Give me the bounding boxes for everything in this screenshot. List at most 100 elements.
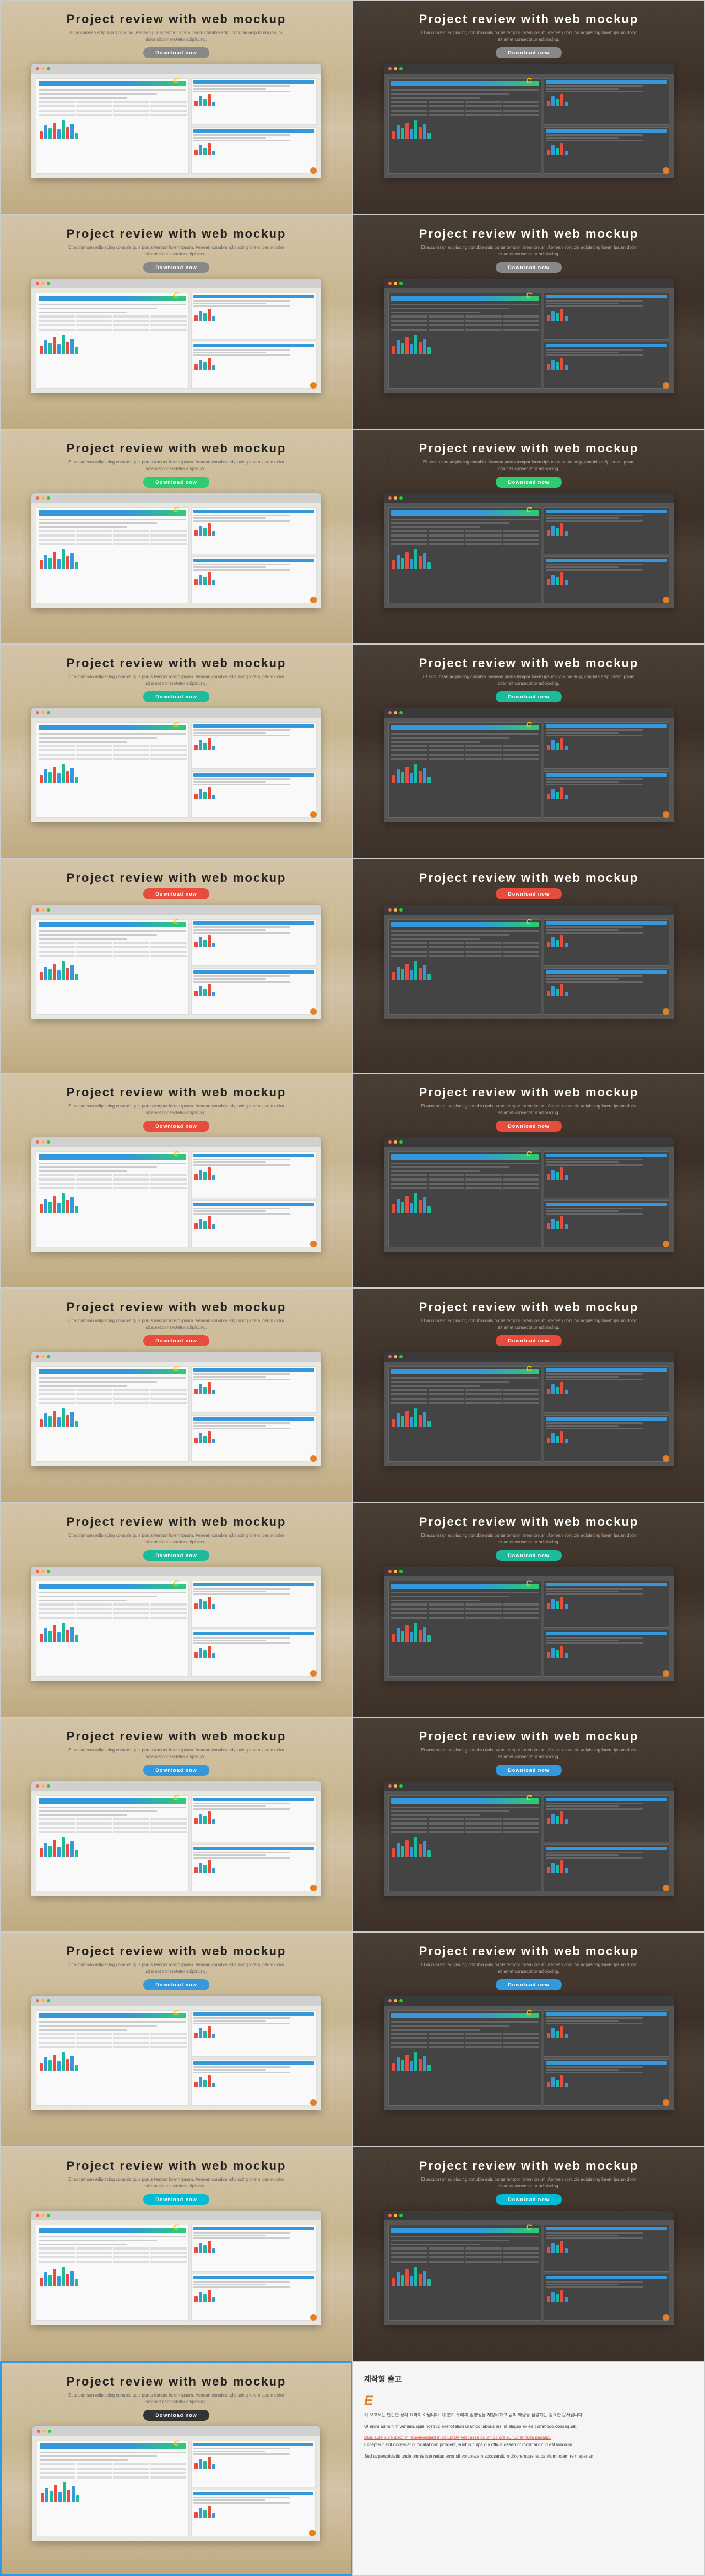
mini-table-row [391,1398,539,1400]
mini-table-cell [391,1831,427,1833]
brand-logo: C [526,2223,532,2231]
mini-orange-icon [310,2314,317,2321]
download-button[interactable]: Download now [143,1979,209,1990]
mini-table-cell [429,1402,465,1404]
download-button[interactable]: Download now [143,1550,209,1561]
download-button[interactable]: Download now [143,262,209,273]
chart-bar [199,360,202,370]
mini-table-cell [391,2252,427,2254]
mini-header [39,1369,187,1374]
mini-table-cell [150,2468,186,2470]
download-button[interactable]: Download now [496,1121,562,1132]
download-button[interactable]: Download now [143,1121,209,1132]
mini-table-cell [39,749,75,751]
chart-bar [194,942,198,947]
mini-table-cell [429,1608,465,1610]
download-button[interactable]: Download now [143,2194,209,2205]
mini-table-cell [150,758,187,760]
download-button[interactable]: Download now [496,1335,562,1346]
chart-bar [208,1431,211,1443]
chart-bar [40,1204,43,1213]
browser-bar [384,905,674,915]
mini-orange-icon [663,1008,669,1015]
chart-bar [551,789,555,799]
mini-text-line [39,1163,187,1164]
mini-table-cell [76,101,112,103]
card-title: Project review with web mockup [67,441,286,456]
mini-table-row [391,1818,539,1820]
special-card-body3: Excepteur sint occaecat cupidatat non pr… [364,2442,693,2449]
mini-text-line [546,1379,643,1380]
chart-bar [565,151,568,155]
chart-bar [565,1604,568,1609]
mini-table-cell [150,2033,187,2035]
chart-bar [565,1653,568,1658]
chart-bar [405,767,409,783]
mini-text-line [546,520,643,522]
download-button[interactable]: Download now [143,1335,209,1346]
chart-bar [208,1216,211,1229]
download-button[interactable]: Download now [496,1550,562,1561]
mini-panel-header [546,2227,667,2230]
chart-bar [560,2075,563,2087]
download-button[interactable]: Download now [143,2410,209,2421]
download-button[interactable]: Download now [143,477,209,488]
mini-chart-small [193,787,314,800]
chart-bar [44,555,47,569]
chart-bar [203,1816,207,1824]
mini-table-cell [429,946,465,948]
mockup-right-panel [191,1581,317,1677]
mini-text-line [391,934,509,936]
mockup-left-panel [36,2010,189,2106]
mini-table-cell [113,2476,149,2479]
chart-bar [212,1653,215,1658]
chart-bar [212,151,215,155]
mini-header [39,2013,187,2018]
download-button[interactable]: Download now [496,2194,562,2205]
download-button[interactable]: Download now [496,262,562,273]
chart-bar [565,795,568,799]
download-button[interactable]: Download now [496,47,562,58]
mini-table-cell [39,530,75,532]
download-button[interactable]: Download now [496,888,562,899]
special-card-link: Duis aute irure dolor in reprehenderit i… [364,2435,693,2442]
mini-text-line [546,732,619,734]
mini-table-cell [113,530,149,532]
mockup-top-right [544,919,669,966]
download-button[interactable]: Download now [496,477,562,488]
mockup-top-right [544,1795,669,1842]
card-content-wrapper: Project review with web mockupEt accumsa… [1,1074,352,1252]
chart-bar [203,940,207,947]
mockup-left-panel [388,919,542,1015]
mini-table-cell [391,1617,427,1619]
mini-table-row [39,2252,187,2254]
download-button[interactable]: Download now [496,691,562,702]
download-button[interactable]: Download now [496,1765,562,1776]
card-title: Project review with web mockup [67,656,286,670]
chart-bar [48,969,52,980]
chart-bar [556,528,559,536]
download-button[interactable]: Download now [143,888,209,899]
mini-chart-small [193,572,314,586]
chart-bar [565,1224,568,1229]
mini-table-cell [113,320,149,322]
mini-table-row [391,1183,539,1185]
mini-table-cell [113,1827,149,1829]
mini-text-line [39,1807,187,1808]
mini-table-row [40,2472,187,2474]
chart-bar [62,549,65,569]
download-button[interactable]: Download now [496,1979,562,1990]
mini-text-line [193,2453,289,2455]
download-button[interactable]: Download now [143,1765,209,1776]
download-button[interactable]: Download now [143,47,209,58]
mini-table-row [391,1603,539,1606]
download-button[interactable]: Download now [143,691,209,702]
browser-bar [384,708,674,718]
mini-table-cell [39,2046,75,2048]
card-content-wrapper: Project review with web mockupEt accumsa… [353,1289,704,1466]
dot-yellow [41,1355,45,1358]
chart-bar [70,339,74,354]
chart-bar [62,961,65,980]
mini-chart-small [193,143,314,156]
mockup-left-panel [36,507,189,603]
